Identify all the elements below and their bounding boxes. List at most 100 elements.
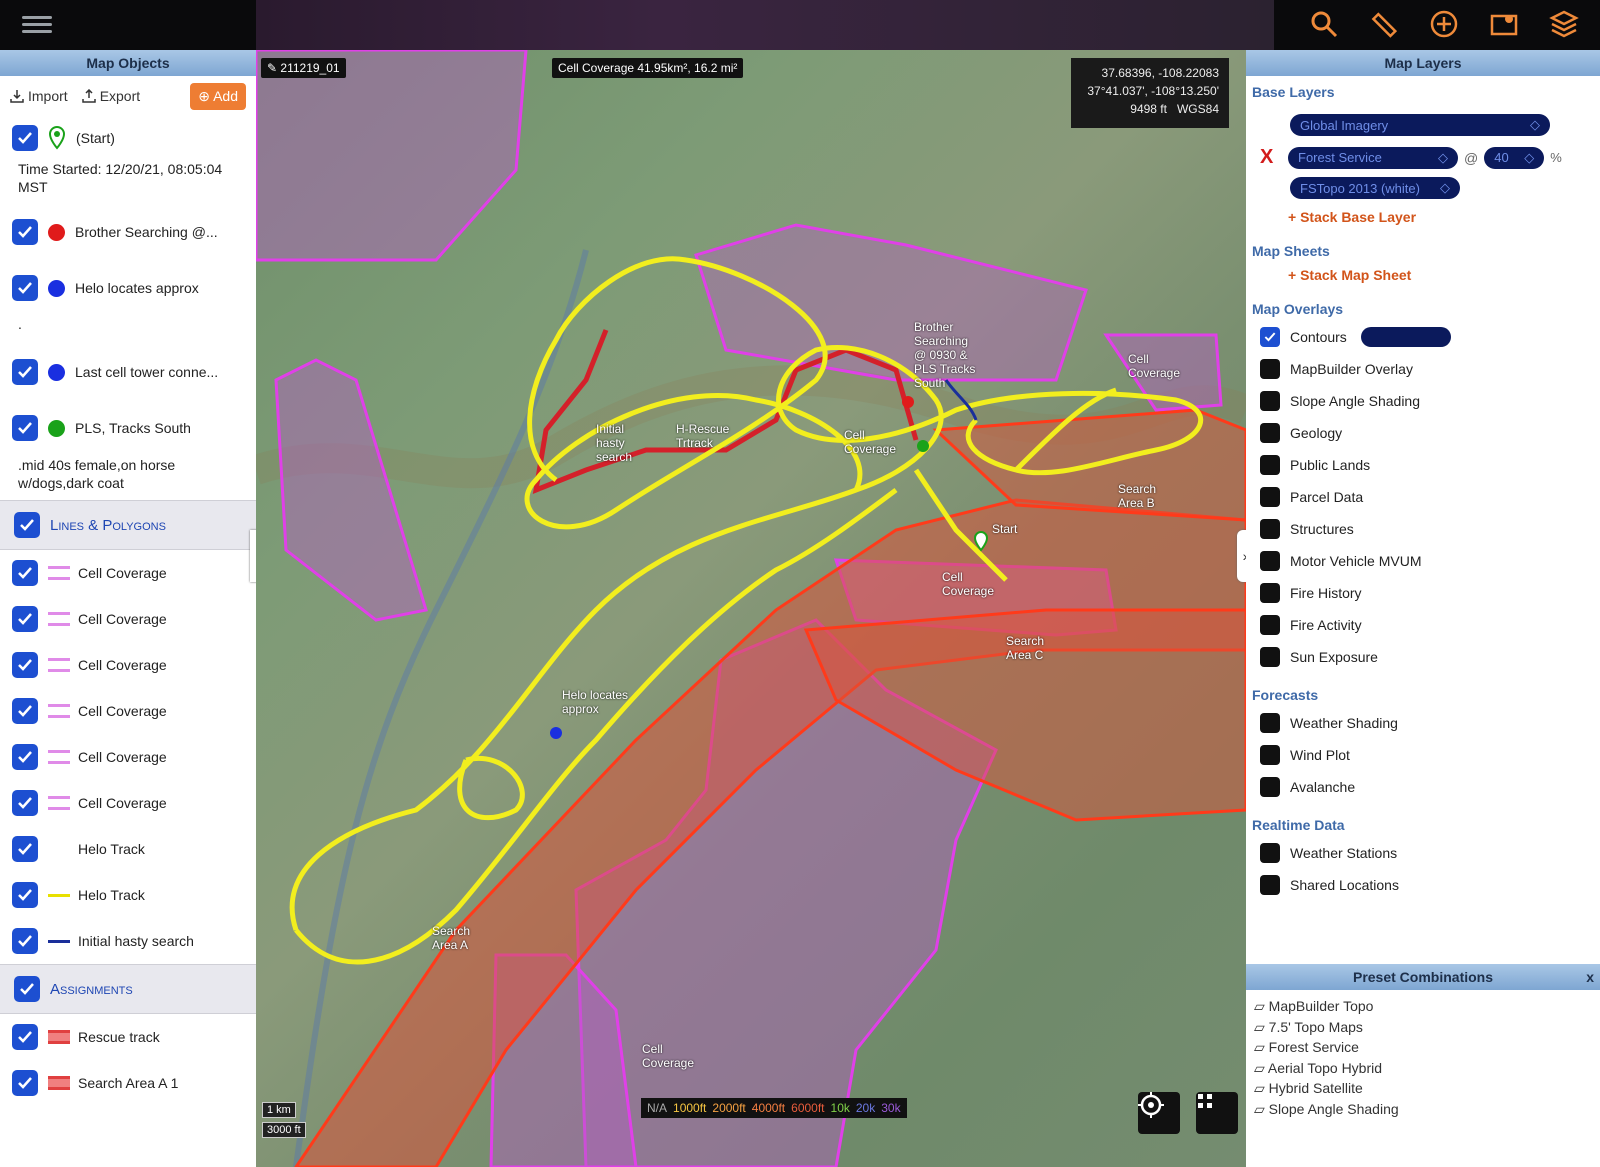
checkbox[interactable] (12, 606, 38, 632)
layer-toggle[interactable]: Slope Angle Shading (1246, 385, 1600, 417)
checkbox[interactable] (1260, 647, 1280, 667)
stack-layer-select[interactable]: Forest Service ◇ (1288, 146, 1458, 169)
layer-toggle[interactable]: Motor Vehicle MVUM (1246, 545, 1600, 577)
checkbox[interactable] (1260, 583, 1280, 603)
list-item[interactable]: Cell Coverage (0, 642, 256, 688)
list-item[interactable]: Initial hasty search (0, 918, 256, 964)
checkbox[interactable] (1260, 455, 1280, 475)
checkbox[interactable] (12, 928, 38, 954)
checkbox[interactable] (12, 125, 38, 151)
pls-marker[interactable] (917, 440, 929, 452)
layer-toggle[interactable]: Wind Plot (1246, 739, 1600, 771)
list-item[interactable]: Cell Coverage (0, 688, 256, 734)
checkbox[interactable] (1260, 359, 1280, 379)
checkbox[interactable] (12, 744, 38, 770)
checkbox[interactable] (1260, 551, 1280, 571)
menu-icon[interactable] (22, 12, 52, 36)
preset-item[interactable]: ▱ Slope Angle Shading (1254, 1099, 1399, 1120)
checkbox[interactable] (12, 1024, 38, 1050)
checkbox[interactable] (1260, 745, 1280, 765)
list-item[interactable]: Rescue track (0, 1014, 256, 1060)
stack-map-sheet-link[interactable]: + Stack Map Sheet (1246, 263, 1600, 287)
remove-layer-button[interactable]: X (1260, 146, 1282, 169)
checkbox[interactable] (1260, 777, 1280, 797)
close-icon[interactable]: x (1586, 964, 1594, 990)
checkbox[interactable] (12, 415, 38, 441)
stack-sub-select[interactable]: FSTopo 2013 (white) ◇ (1290, 177, 1460, 199)
checkbox[interactable] (1260, 519, 1280, 539)
list-item[interactable]: Cell Coverage (0, 550, 256, 596)
object-pls[interactable]: PLS, Tracks South (0, 400, 256, 456)
stack-base-layer-link[interactable]: + Stack Base Layer (1246, 199, 1600, 229)
list-item[interactable]: Helo Track (0, 826, 256, 872)
preset-item[interactable]: ▱ MapBuilder Topo (1254, 996, 1399, 1017)
checkbox[interactable] (12, 836, 38, 862)
lines-polygons-section[interactable]: Lines & Polygons (0, 500, 256, 550)
layer-toggle[interactable]: Shared Locations (1246, 869, 1600, 901)
checkbox[interactable] (1260, 423, 1280, 443)
stack-sub-row: FSTopo 2013 (white) ◇ (1246, 169, 1600, 199)
import-button[interactable]: Import (10, 88, 68, 104)
checkbox[interactable] (12, 560, 38, 586)
list-item[interactable]: Cell Coverage (0, 780, 256, 826)
list-item[interactable]: Helo Track (0, 872, 256, 918)
checkbox[interactable] (14, 976, 40, 1002)
checkbox[interactable] (1260, 615, 1280, 635)
checkbox[interactable] (14, 512, 40, 538)
checkbox[interactable] (1260, 875, 1280, 895)
assignments-section[interactable]: Assignments (0, 964, 256, 1014)
checkbox[interactable] (12, 219, 38, 245)
layer-toggle[interactable]: MapBuilder Overlay (1246, 353, 1600, 385)
layer-toggle[interactable]: Weather Shading (1246, 707, 1600, 739)
layer-toggle[interactable]: Parcel Data (1246, 481, 1600, 513)
checkbox[interactable] (12, 1070, 38, 1096)
layer-toggle[interactable]: Avalanche (1246, 771, 1600, 803)
object-brother[interactable]: Brother Searching @... (0, 204, 256, 260)
checkbox[interactable] (1260, 391, 1280, 411)
map-name-badge[interactable]: ✎ 211219_01 (261, 58, 346, 78)
checkbox[interactable] (1260, 843, 1280, 863)
checkbox[interactable] (12, 790, 38, 816)
layer-toggle[interactable]: Public Lands (1246, 449, 1600, 481)
fullscreen-button[interactable] (1196, 1092, 1238, 1134)
layer-toggle[interactable]: Sun Exposure (1246, 641, 1600, 673)
preset-item[interactable]: ▱ Aerial Topo Hybrid (1254, 1058, 1399, 1079)
checkbox[interactable] (12, 698, 38, 724)
preset-item[interactable]: ▱ Hybrid Satellite (1254, 1078, 1399, 1099)
map-pin-icon[interactable] (1486, 6, 1522, 42)
checkbox[interactable] (1260, 487, 1280, 507)
checkbox[interactable] (12, 359, 38, 385)
add-button[interactable]: ⊕ Add (190, 82, 246, 110)
export-button[interactable]: Export (81, 88, 140, 104)
layer-toggle[interactable]: Structures (1246, 513, 1600, 545)
base-layer-select[interactable]: Global Imagery ◇ (1290, 114, 1550, 136)
helo-marker[interactable] (550, 727, 562, 739)
layers-icon[interactable] (1546, 6, 1582, 42)
preset-item[interactable]: ▱ 7.5' Topo Maps (1254, 1017, 1399, 1038)
object-start[interactable]: (Start) (0, 116, 256, 160)
preset-item[interactable]: ▱ Forest Service (1254, 1037, 1399, 1058)
checkbox[interactable] (12, 652, 38, 678)
contours-options-select[interactable] (1360, 327, 1451, 347)
list-item[interactable]: Cell Coverage (0, 734, 256, 780)
layer-toggle[interactable]: Geology (1246, 417, 1600, 449)
locate-button[interactable] (1138, 1092, 1180, 1134)
object-cell-tower[interactable]: Last cell tower conne... (0, 344, 256, 400)
brother-marker[interactable] (902, 396, 914, 408)
checkbox[interactable] (12, 275, 38, 301)
map-canvas[interactable]: ✎ 211219_01 Cell Coverage 41.95km², 16.2… (256, 50, 1246, 1167)
ruler-icon[interactable] (1366, 6, 1402, 42)
list-item[interactable]: Cell Coverage (0, 596, 256, 642)
object-helo[interactable]: Helo locates approx (0, 260, 256, 316)
add-circle-icon[interactable] (1426, 6, 1462, 42)
list-item[interactable]: Search Area A 1 (0, 1060, 256, 1106)
layer-toggle[interactable]: Fire Activity (1246, 609, 1600, 641)
checkbox[interactable] (1260, 327, 1280, 347)
search-icon[interactable] (1306, 6, 1342, 42)
checkbox[interactable] (1260, 713, 1280, 733)
layer-toggle[interactable]: Fire History (1246, 577, 1600, 609)
layer-toggle[interactable]: Contours (1246, 321, 1600, 353)
checkbox[interactable] (12, 882, 38, 908)
opacity-select[interactable]: 40 ◇ (1484, 146, 1545, 169)
layer-toggle[interactable]: Weather Stations (1246, 837, 1600, 869)
